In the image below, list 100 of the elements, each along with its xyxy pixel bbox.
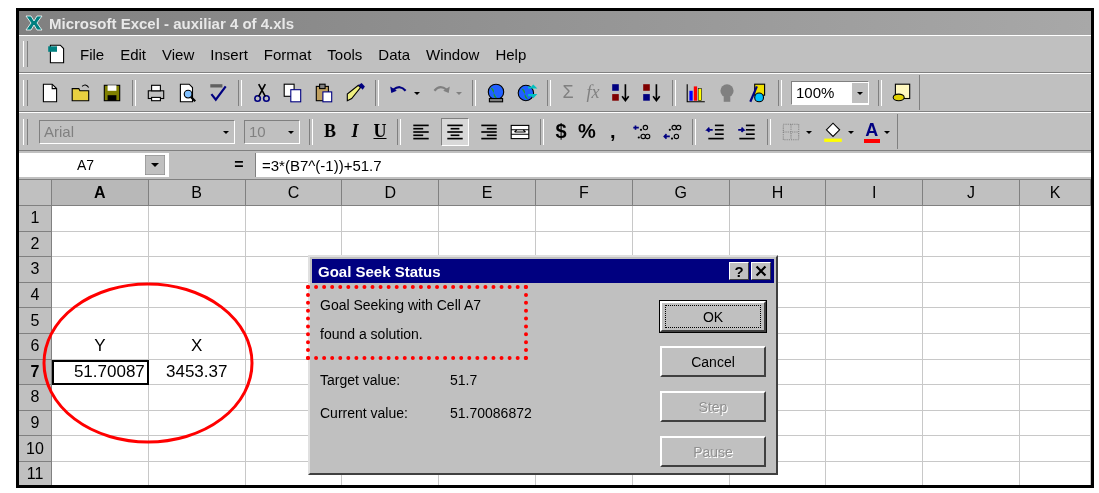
table-cell[interactable]: [923, 410, 1020, 437]
table-cell[interactable]: [342, 206, 440, 232]
table-cell[interactable]: [52, 308, 149, 334]
dropdown-arrow-icon[interactable]: [145, 155, 165, 175]
row-header[interactable]: 1: [19, 206, 52, 232]
table-cell[interactable]: [826, 410, 924, 437]
table-cell[interactable]: [826, 333, 924, 360]
table-cell[interactable]: 51.70087: [52, 359, 149, 386]
table-cell[interactable]: [826, 206, 924, 232]
table-cell[interactable]: [923, 206, 1020, 232]
close-icon[interactable]: [751, 262, 771, 280]
column-header[interactable]: F: [536, 180, 633, 206]
column-header[interactable]: C: [245, 180, 343, 206]
edit-formula-button[interactable]: =: [229, 156, 249, 174]
format-painter-icon[interactable]: [344, 81, 366, 104]
table-cell[interactable]: [826, 436, 924, 462]
menu-item[interactable]: View: [162, 45, 195, 63]
select-all-corner[interactable]: [19, 180, 52, 206]
bold-button[interactable]: B: [322, 121, 338, 142]
percent-button[interactable]: %: [578, 120, 596, 143]
menu-item[interactable]: Help: [495, 45, 527, 63]
currency-button[interactable]: $: [553, 120, 569, 143]
table-cell[interactable]: [923, 231, 1020, 258]
sort-ascending-icon[interactable]: [610, 81, 632, 104]
table-cell[interactable]: [1019, 206, 1091, 232]
zoom-dropdown[interactable]: 100%: [791, 80, 869, 105]
table-cell[interactable]: [1019, 257, 1091, 283]
table-cell[interactable]: [52, 436, 149, 462]
table-cell[interactable]: [52, 385, 149, 411]
table-cell[interactable]: [923, 359, 1020, 386]
table-cell[interactable]: [439, 206, 536, 232]
menu-item[interactable]: Format: [263, 45, 312, 63]
open-folder-icon[interactable]: [70, 81, 92, 104]
table-cell[interactable]: [729, 206, 827, 232]
column-header[interactable]: A: [52, 180, 149, 206]
bar-chart-icon[interactable]: [685, 81, 707, 104]
column-header[interactable]: G: [632, 180, 730, 206]
globe-icon[interactable]: [485, 81, 507, 104]
menu-item[interactable]: Tools: [327, 45, 363, 63]
help-button[interactable]: ?: [729, 262, 749, 280]
align-center-icon[interactable]: [441, 117, 469, 146]
table-cell[interactable]: [536, 206, 633, 232]
underline-button[interactable]: U: [372, 121, 388, 142]
table-cell[interactable]: [826, 308, 924, 334]
row-header[interactable]: 4: [19, 282, 52, 309]
row-header[interactable]: 9: [19, 410, 52, 437]
table-cell[interactable]: [148, 308, 246, 334]
column-header[interactable]: K: [1019, 180, 1091, 206]
row-header[interactable]: 8: [19, 385, 52, 411]
table-cell[interactable]: [52, 410, 149, 437]
menu-item[interactable]: File: [80, 45, 105, 63]
fill-color-icon[interactable]: [821, 120, 844, 143]
sort-descending-icon[interactable]: [641, 81, 663, 104]
table-cell[interactable]: [1019, 410, 1091, 437]
table-cell[interactable]: [148, 206, 246, 232]
table-cell[interactable]: [148, 436, 246, 462]
font-color-button[interactable]: A: [863, 120, 880, 143]
spelling-icon[interactable]: [207, 81, 229, 104]
menu-item[interactable]: Window: [426, 45, 480, 63]
dialog-button[interactable]: Cancel: [660, 346, 766, 377]
table-cell[interactable]: [148, 385, 246, 411]
table-cell[interactable]: [826, 282, 924, 309]
dialog-button[interactable]: OK: [660, 301, 766, 332]
table-cell[interactable]: X: [148, 333, 246, 360]
italic-button[interactable]: I: [347, 121, 363, 142]
table-cell[interactable]: [826, 231, 924, 258]
copy-icon[interactable]: [282, 81, 304, 104]
table-cell[interactable]: [52, 206, 149, 232]
menu-item[interactable]: Data: [378, 45, 411, 63]
table-cell[interactable]: [1019, 359, 1091, 386]
row-header[interactable]: 11: [19, 461, 52, 485]
table-cell[interactable]: [923, 385, 1020, 411]
table-cell[interactable]: [1019, 333, 1091, 360]
comma-style-button[interactable]: ,: [604, 120, 621, 143]
table-cell[interactable]: [1019, 308, 1091, 334]
table-cell[interactable]: [1019, 231, 1091, 258]
column-header[interactable]: I: [826, 180, 924, 206]
table-cell[interactable]: [826, 359, 924, 386]
table-cell[interactable]: [245, 206, 343, 232]
table-cell[interactable]: [632, 206, 730, 232]
table-cell[interactable]: Y: [52, 333, 149, 360]
assistant-icon[interactable]: [891, 81, 913, 104]
table-cell[interactable]: [826, 385, 924, 411]
column-header[interactable]: B: [148, 180, 246, 206]
table-cell[interactable]: [1019, 282, 1091, 309]
cut-icon[interactable]: [251, 81, 273, 104]
table-cell[interactable]: [148, 410, 246, 437]
row-header[interactable]: 5: [19, 308, 52, 334]
table-cell[interactable]: [52, 231, 149, 258]
table-cell[interactable]: [148, 282, 246, 309]
menu-item[interactable]: Edit: [120, 45, 147, 63]
table-cell[interactable]: [1019, 385, 1091, 411]
row-header[interactable]: 3: [19, 257, 52, 283]
table-cell[interactable]: [148, 257, 246, 283]
table-cell[interactable]: [923, 257, 1020, 283]
column-header[interactable]: J: [923, 180, 1020, 206]
row-header[interactable]: 10: [19, 436, 52, 462]
paste-icon[interactable]: [313, 81, 335, 104]
table-cell[interactable]: [923, 436, 1020, 462]
column-header[interactable]: D: [342, 180, 440, 206]
